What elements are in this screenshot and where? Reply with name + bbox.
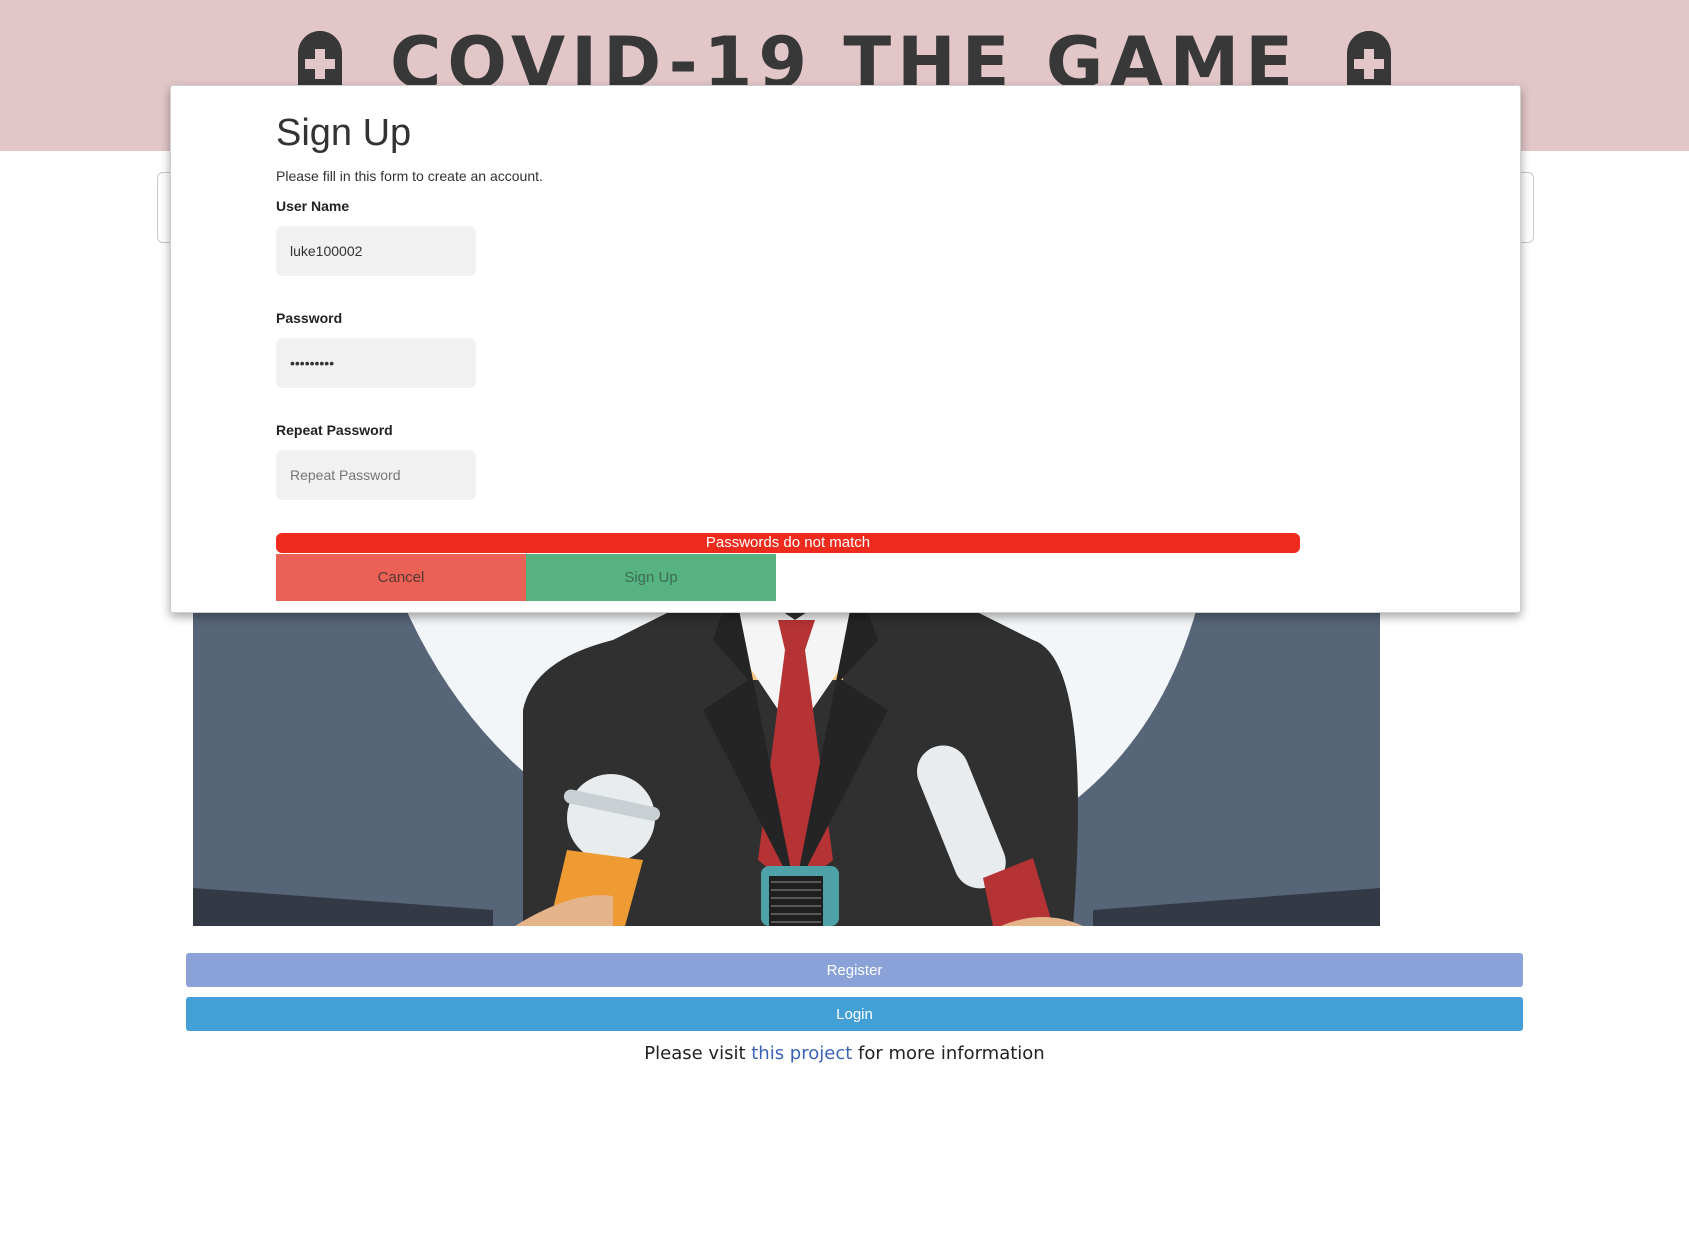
password-label: Password [276,310,343,326]
modal-subtitle: Please fill in this form to create an ac… [276,168,543,184]
username-label: User Name [276,198,350,214]
modal-title: Sign Up [276,112,412,154]
press-conference-illustration [193,560,1380,926]
password-mismatch-error: Passwords do not match [276,533,1300,553]
login-button[interactable]: Login [186,997,1523,1031]
info-prefix: Please visit [644,1043,752,1064]
project-link[interactable]: this project [751,1043,852,1064]
username-input[interactable] [276,226,476,276]
repeat-password-label: Repeat Password [276,422,393,438]
info-suffix: for more information [852,1043,1045,1064]
register-button[interactable]: Register [186,953,1523,987]
repeat-password-input[interactable] [276,450,476,500]
password-input[interactable] [276,338,476,388]
cancel-button[interactable]: Cancel [276,554,526,601]
signup-modal: Sign Up Please fill in this form to crea… [170,85,1521,613]
signup-button[interactable]: Sign Up [526,554,776,601]
info-line: Please visit this project for more infor… [0,1043,1689,1064]
